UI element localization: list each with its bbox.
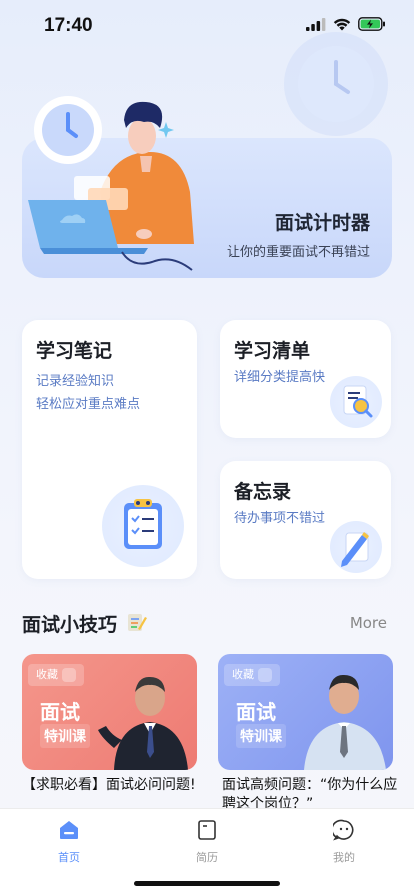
presenter-image: [98, 676, 188, 770]
heart-badge-icon: [257, 668, 272, 682]
favorite-label: 收藏: [36, 668, 58, 681]
bottom-tab-bar: 首页 简历 我的: [0, 808, 414, 896]
status-icons: [306, 17, 386, 31]
study-checklist-card[interactable]: 学习清单 详细分类提高快: [220, 320, 391, 438]
tab-resume[interactable]: 简历: [167, 819, 247, 865]
person-laptop-illustration: [28, 96, 194, 271]
clipboard-icon: [102, 485, 184, 567]
profile-icon: [331, 819, 354, 841]
tab-profile-label: 我的: [333, 851, 355, 864]
interview-timer-subtitle: 让你的重要面试不再错过: [226, 245, 370, 260]
favorite-badge[interactable]: 收藏: [224, 664, 280, 686]
study-notes-title: 学习笔记: [36, 340, 113, 362]
video-overlay-subtitle: 特训课: [236, 724, 286, 748]
study-checklist-subtitle: 详细分类提高快: [234, 370, 326, 385]
battery-charging-icon: [358, 17, 385, 31]
resume-icon: [198, 820, 216, 840]
document-search-icon: [330, 376, 382, 428]
tab-resume-label: 简历: [196, 851, 218, 864]
pen-paper-icon: [330, 521, 382, 573]
signal-icon: [306, 17, 326, 31]
heart-badge-icon: [61, 668, 76, 682]
interview-timer-title: 面试计时器: [274, 212, 370, 234]
tips-section-title: 面试小技巧: [22, 614, 118, 636]
study-notes-line2: 轻松应对重点难点: [36, 397, 141, 412]
memo-card[interactable]: 备忘录 待办事项不错过: [220, 461, 391, 579]
video-overlay-subtitle: 特训课: [40, 724, 90, 748]
background-clock-decoration: [284, 32, 388, 136]
study-checklist-title: 学习清单: [234, 340, 311, 362]
video-card[interactable]: 收藏 面试 特训课: [22, 654, 197, 770]
video-overlay-title: 面试: [236, 700, 276, 724]
presenter-image: [304, 674, 386, 770]
tab-home-label: 首页: [58, 851, 80, 864]
tips-more-link[interactable]: More: [350, 614, 387, 632]
video-card[interactable]: 收藏 面试 特训课: [218, 654, 393, 770]
favorite-label: 收藏: [232, 668, 254, 681]
video-overlay-title: 面试: [40, 700, 80, 724]
wifi-icon: [333, 18, 351, 30]
home-icon: [60, 821, 78, 839]
video-caption[interactable]: 【求职必看】面试必问问题!: [22, 776, 200, 795]
favorite-badge[interactable]: 收藏: [28, 664, 84, 686]
memo-title: 备忘录: [234, 481, 292, 503]
home-indicator: [134, 881, 280, 886]
tab-profile[interactable]: 我的: [304, 819, 384, 865]
study-notes-line1: 记录经验知识: [36, 374, 115, 389]
memo-subtitle: 待办事项不错过: [234, 511, 326, 526]
study-notes-card[interactable]: 学习笔记 记录经验知识 轻松应对重点难点: [22, 320, 197, 579]
notepad-pencil-icon: [128, 614, 147, 631]
status-time: 17:40: [44, 15, 93, 36]
tab-home[interactable]: 首页: [29, 819, 109, 865]
